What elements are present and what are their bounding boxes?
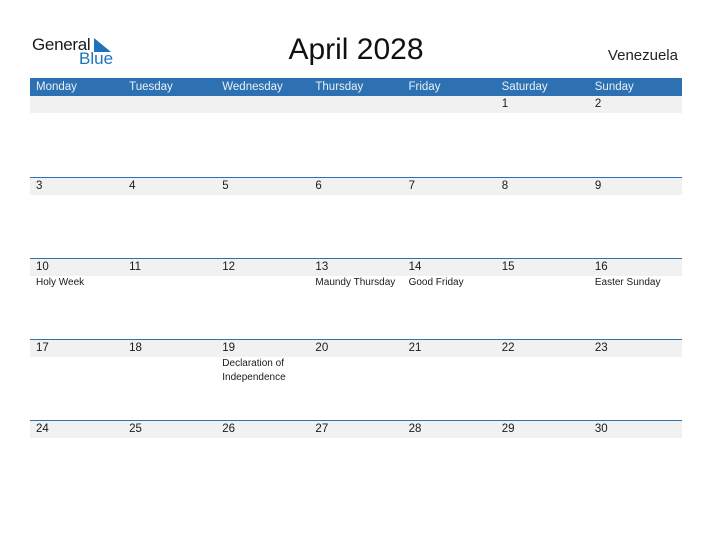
day-cell: 29 bbox=[496, 421, 589, 502]
day-cell: 24 bbox=[30, 421, 123, 502]
day-cell: 4 bbox=[123, 178, 216, 259]
day-number: 15 bbox=[501, 261, 515, 273]
day-number: 17 bbox=[36, 342, 49, 354]
day-number: 7 bbox=[408, 180, 415, 192]
day-number: 28 bbox=[408, 423, 422, 435]
weekday-wednesday: Wednesday bbox=[222, 81, 283, 93]
weekday-header: Monday Tuesday Wednesday Thursday Friday… bbox=[30, 78, 682, 96]
day-cell: 30 bbox=[589, 421, 682, 502]
day-number: 26 bbox=[222, 423, 236, 435]
day-cell: 28 bbox=[403, 421, 496, 502]
day-number: 3 bbox=[36, 180, 43, 192]
week-row: 17 18 19 Declaration of Independence 20 21 22 2… bbox=[30, 339, 682, 421]
day-cell: 18 bbox=[123, 340, 216, 421]
day-number: 19 bbox=[222, 342, 236, 354]
day-cell: 14 Good Friday bbox=[403, 259, 496, 340]
week-row: 10 Holy Week 11 12 13 Maundy Thursday 14 Good F… bbox=[30, 258, 682, 340]
day-cell: 10 Holy Week bbox=[30, 259, 123, 340]
weekday-monday: Monday bbox=[36, 81, 77, 93]
day-number: 14 bbox=[408, 261, 422, 273]
day-cell bbox=[123, 96, 216, 177]
day-cell: 9 bbox=[589, 178, 682, 259]
day-cell: 7 bbox=[403, 178, 496, 259]
day-cell: 5 bbox=[216, 178, 309, 259]
day-cell: 15 bbox=[496, 259, 589, 340]
day-number: 11 bbox=[129, 261, 142, 273]
day-cell: 19 Declaration of Independence bbox=[216, 340, 309, 421]
weekday-sunday: Sunday bbox=[594, 81, 634, 93]
day-cell: 21 bbox=[403, 340, 496, 421]
day-cell bbox=[403, 96, 496, 177]
day-number: 5 bbox=[222, 180, 229, 192]
day-cell: 27 bbox=[309, 421, 402, 502]
holiday-label: Declaration of Independence bbox=[222, 358, 286, 383]
day-number: 23 bbox=[594, 342, 608, 354]
day-number: 12 bbox=[222, 261, 236, 273]
country-label: Venezuela bbox=[607, 47, 678, 64]
weekday-tuesday: Tuesday bbox=[129, 81, 173, 93]
day-cell bbox=[30, 96, 123, 177]
holiday-label: Good Friday bbox=[408, 277, 464, 288]
day-number: 18 bbox=[129, 342, 142, 354]
holiday-label: Holy Week bbox=[36, 277, 85, 288]
day-number: 20 bbox=[315, 342, 329, 354]
day-number: 21 bbox=[408, 342, 422, 354]
weekday-saturday: Saturday bbox=[501, 81, 548, 93]
day-number: 22 bbox=[501, 342, 515, 354]
day-cell: 12 bbox=[216, 259, 309, 340]
week-row: 24 25 26 27 28 29 30 bbox=[30, 420, 682, 502]
week-row: 12 bbox=[30, 96, 682, 177]
holiday-label: Maundy Thursday bbox=[315, 277, 396, 288]
day-number: 25 bbox=[129, 423, 142, 435]
day-cell: 2 bbox=[589, 96, 682, 177]
day-number: 13 bbox=[315, 261, 329, 273]
day-number: 10 bbox=[36, 261, 49, 273]
day-number: 29 bbox=[501, 423, 515, 435]
day-number: 8 bbox=[501, 180, 509, 192]
day-cell: 17 bbox=[30, 340, 123, 421]
day-cell: 3 bbox=[30, 178, 123, 259]
day-number: 6 bbox=[315, 180, 322, 192]
day-number: 24 bbox=[36, 423, 49, 435]
day-cell: 11 bbox=[123, 259, 216, 340]
day-cell: 26 bbox=[216, 421, 309, 502]
week-row: 3 4 5 6 7 8 9 bbox=[30, 177, 682, 259]
day-number: 30 bbox=[594, 423, 608, 435]
day-number: 2 bbox=[594, 98, 602, 110]
day-cell: 25 bbox=[123, 421, 216, 502]
weekday-friday: Friday bbox=[408, 81, 441, 93]
day-cell bbox=[216, 96, 309, 177]
day-number: 9 bbox=[594, 180, 602, 192]
calendar-title: April 2028 bbox=[288, 33, 424, 66]
day-number: 16 bbox=[594, 261, 608, 273]
day-number: 4 bbox=[129, 180, 136, 192]
day-cell: 6 bbox=[309, 178, 402, 259]
holiday-label: Easter Sunday bbox=[594, 277, 661, 288]
day-cell: 1 bbox=[496, 96, 589, 177]
day-cell: 13 Maundy Thursday bbox=[309, 259, 402, 340]
day-cell: 20 bbox=[309, 340, 402, 421]
day-number: 1 bbox=[501, 98, 509, 110]
day-cell: 22 bbox=[496, 340, 589, 421]
weekday-thursday: Thursday bbox=[315, 81, 364, 93]
day-cell: 16 Easter Sunday bbox=[589, 259, 682, 340]
day-cell: 8 bbox=[496, 178, 589, 259]
day-cell: 23 bbox=[589, 340, 682, 421]
day-cell bbox=[309, 96, 402, 177]
day-number: 27 bbox=[315, 423, 329, 435]
